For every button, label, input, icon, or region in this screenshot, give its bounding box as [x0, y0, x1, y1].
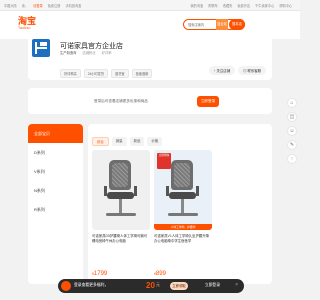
- close-icon[interactable]: ×: [235, 282, 238, 288]
- logo-text: 淘宝: [18, 16, 37, 26]
- shop-tag: 24小时发货: [83, 69, 109, 78]
- top-bar: 中国大陆 亲， 请登录 免费注册 手机逛淘宝 我的淘宝 购物车 收藏夹 免费开店…: [0, 0, 300, 11]
- shop-actions: + 关注店铺 ◎ 联系客服: [208, 66, 266, 75]
- top-bar-left: 中国大陆 亲， 请登录 免费注册 手机逛淘宝: [4, 3, 81, 8]
- seller-center-link[interactable]: 千牛卖家中心: [255, 3, 274, 8]
- tab-comprehensive[interactable]: 综合: [92, 137, 109, 146]
- chair-base: [106, 213, 136, 216]
- banner-login-link[interactable]: 立即登录: [205, 283, 220, 288]
- product-card[interactable]: 立即抢购 人体工学椅 · 护腰椅 可诺家具V1人体工学椅久坐护腰升降办公电脑椅中…: [154, 150, 212, 282]
- chair-seat: [169, 192, 196, 199]
- home-icon[interactable]: ⌂: [287, 98, 297, 108]
- register-link[interactable]: 免费注册: [48, 3, 61, 8]
- chair-arm: [134, 186, 137, 196]
- cart-icon[interactable]: ◫: [287, 112, 297, 122]
- product-price: ¥899: [154, 262, 166, 280]
- price-value: 1799: [93, 271, 108, 277]
- login-notice-text: 登录后可查看店铺更多优惠和商品: [94, 99, 148, 103]
- contact-service-button[interactable]: ◎ 联系客服: [238, 66, 266, 75]
- shop-logo-mark-sq: [40, 42, 47, 46]
- price-value: 899: [155, 271, 166, 277]
- promo-strip: 人体工学椅 · 护腰椅: [154, 224, 212, 230]
- shop-tag: 好评率高: [60, 69, 81, 78]
- login-promo-banner: 登录查看更多福利， 20 元 立即领取 立即登录 ×: [58, 279, 244, 293]
- tab-price[interactable]: 价格: [147, 137, 163, 146]
- top-bar-right: 我的淘宝 购物车 收藏夹 免费开店 千牛卖家中心 帮助中心: [191, 3, 293, 8]
- promo-badge: 立即抢购: [157, 153, 171, 169]
- favorites-link[interactable]: 收藏夹: [223, 3, 233, 8]
- sort-tabs: 综合 销量 新品 价格: [92, 137, 163, 146]
- right-toolbar: ⌂ ◫ ☺ ✎ ↑: [286, 98, 298, 164]
- shop-logo[interactable]: [32, 39, 50, 57]
- chair-stem: [181, 199, 184, 213]
- region-link[interactable]: 中国大陆: [4, 3, 17, 8]
- search-box: 搜全站 搜本店: [183, 19, 245, 30]
- product-panel: 综合 销量 新品 价格 可诺家具D5护腰椅人体工学椅可躺可睡电竞椅午休办公电脑 …: [88, 124, 272, 284]
- search-shop-button[interactable]: 搜本店: [229, 19, 245, 30]
- cart-link[interactable]: 购物车: [208, 3, 218, 8]
- follow-shop-label: 关注店铺: [216, 69, 231, 73]
- tab-sales[interactable]: 销量: [111, 137, 127, 146]
- contact-service-label: 联系客服: [247, 69, 261, 73]
- shop-tag: 极速退款: [131, 69, 153, 78]
- sidebar-item-r-series[interactable]: R系列: [28, 200, 83, 219]
- my-taobao-link[interactable]: 我的淘宝: [191, 3, 204, 8]
- logo-subtext: Taobao: [18, 26, 31, 30]
- sidebar-item-n-series[interactable]: N系列: [28, 181, 83, 200]
- category-sidebar: 全部宝贝 D系列 V系列 N系列 R系列: [28, 124, 83, 284]
- chair-base: [168, 213, 198, 216]
- shop-meta: 生产制造商 店铺粉丝 好评率: [60, 50, 112, 55]
- service-icon[interactable]: ☺: [287, 126, 297, 136]
- shop-info-card: 可诺家具官方企业店 生产制造商 店铺粉丝 好评率 好评率高 24小时发货 退货宝…: [28, 33, 272, 80]
- shop-tag: 退货宝: [111, 69, 129, 78]
- help-link[interactable]: 帮助中心: [279, 3, 292, 8]
- greeting-text: 亲，: [21, 4, 29, 8]
- chair-seat: [107, 192, 134, 199]
- search-all-button[interactable]: 搜全站: [216, 19, 228, 30]
- chair-arm: [196, 186, 199, 196]
- chat-icon: ◎: [243, 69, 247, 73]
- banner-text: 登录查看更多福利，: [74, 283, 109, 287]
- open-shop-link[interactable]: 免费开店: [237, 3, 250, 8]
- banner-amount: 20: [146, 281, 155, 290]
- shop-meta-rating: 好评率: [101, 51, 112, 55]
- login-notice: 登录后可查看店铺更多优惠和商品 立即登录: [28, 88, 272, 114]
- feedback-icon[interactable]: ✎: [287, 140, 297, 150]
- chair-mesh: [112, 163, 128, 187]
- taobao-logo[interactable]: 淘宝 Taobao: [18, 17, 36, 31]
- sidebar-item-all[interactable]: 全部宝贝: [28, 124, 83, 143]
- product-card[interactable]: 可诺家具D5护腰椅人体工学椅可躺可睡电竞椅午休办公电脑 ¥1799: [92, 150, 150, 282]
- tab-new[interactable]: 新品: [129, 137, 145, 146]
- shop-meta-fans: 店铺粉丝: [82, 51, 96, 55]
- plus-icon: +: [213, 69, 216, 73]
- chair-stem: [119, 199, 122, 213]
- login-link[interactable]: 请登录: [33, 3, 43, 8]
- sidebar-item-d-series[interactable]: D系列: [28, 143, 83, 162]
- shop-meta-type: 生产制造商: [60, 51, 77, 55]
- login-now-button[interactable]: 立即登录: [197, 96, 219, 107]
- chair-mesh: [174, 163, 190, 187]
- product-title[interactable]: 可诺家具D5护腰椅人体工学椅可躺可睡电竞椅午休办公电脑: [92, 234, 150, 255]
- shop-logo-mark-h: [35, 47, 47, 49]
- banner-unit: 元: [156, 283, 160, 287]
- product-title[interactable]: 可诺家具V1人体工学椅久坐护腰升降办公电脑椅中学生宿舍学: [154, 234, 212, 255]
- mobile-link[interactable]: 手机逛淘宝: [65, 3, 81, 8]
- product-image[interactable]: 立即抢购 人体工学椅 · 护腰椅: [154, 150, 212, 230]
- shop-tags: 好评率高 24小时发货 退货宝 极速退款: [60, 69, 153, 78]
- follow-shop-button[interactable]: + 关注店铺: [208, 66, 236, 75]
- taobao-app-icon: [61, 281, 71, 291]
- product-image[interactable]: [92, 150, 150, 230]
- product-price: ¥1799: [92, 262, 107, 280]
- back-to-top-icon[interactable]: ↑: [287, 154, 297, 164]
- claim-button[interactable]: 立即领取: [170, 282, 188, 290]
- sidebar-item-v-series[interactable]: V系列: [28, 162, 83, 181]
